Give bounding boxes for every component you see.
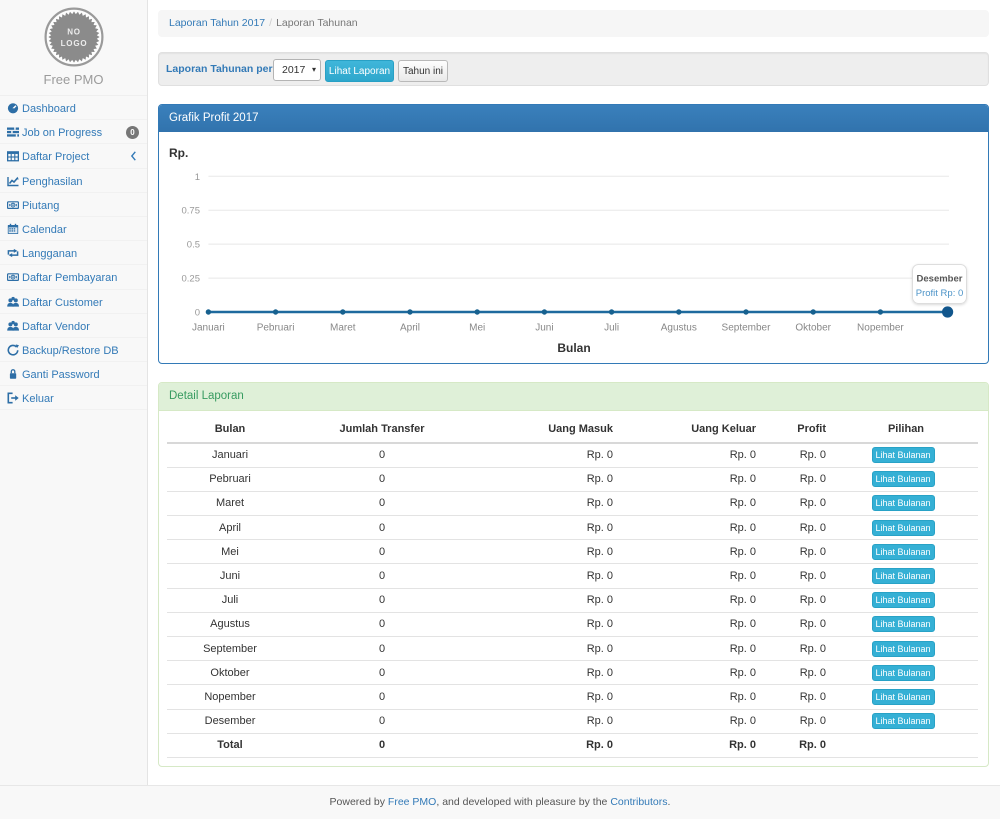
svg-text:Profit Rp: 0: Profit Rp: 0 xyxy=(916,288,964,299)
svg-text:Rp.: Rp. xyxy=(169,146,188,160)
svg-text:April: April xyxy=(400,323,420,334)
svg-text:Pebruari: Pebruari xyxy=(257,323,295,334)
svg-text:0.75: 0.75 xyxy=(182,206,201,217)
svg-text:September: September xyxy=(722,323,772,334)
svg-text:Maret: Maret xyxy=(330,323,356,334)
svg-text:Nopember: Nopember xyxy=(857,323,904,334)
svg-text:0.25: 0.25 xyxy=(182,274,201,285)
svg-text:Juli: Juli xyxy=(604,323,619,334)
svg-text:Mei: Mei xyxy=(469,323,485,334)
svg-text:0.5: 0.5 xyxy=(187,240,200,251)
svg-text:NO: NO xyxy=(67,28,81,37)
svg-text:Juni: Juni xyxy=(535,323,553,334)
svg-text:Januari: Januari xyxy=(192,323,225,334)
svg-text:Oktober: Oktober xyxy=(795,323,831,334)
svg-text:1: 1 xyxy=(195,172,200,183)
svg-text:Desember: Desember xyxy=(917,274,963,285)
svg-text:0: 0 xyxy=(195,308,200,319)
svg-text:Agustus: Agustus xyxy=(661,323,697,334)
svg-text:LOGO: LOGO xyxy=(60,39,87,48)
svg-text:Bulan: Bulan xyxy=(557,341,590,355)
